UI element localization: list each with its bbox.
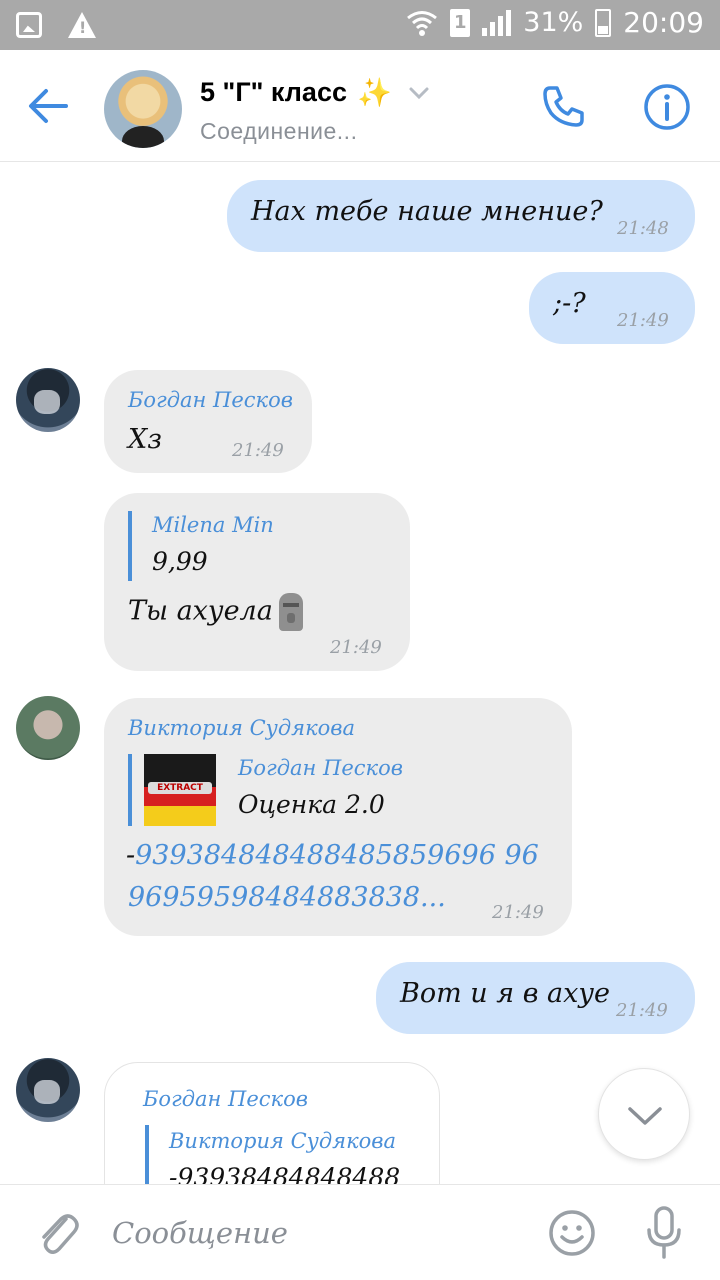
avatar[interactable]: [16, 368, 80, 432]
quote-author: Виктория Судякова: [169, 1129, 396, 1153]
chevron-down-icon: [628, 1107, 662, 1125]
status-bar: ! 1 31% 20:09: [0, 0, 720, 50]
message-text: ;-?: [553, 288, 586, 319]
clock: 20:09: [623, 6, 704, 39]
avatar[interactable]: [16, 1058, 80, 1122]
message-text-line1: -939384848488485859696 96: [126, 840, 539, 871]
quote-author: Milena Min: [152, 513, 274, 537]
quote-thumbnail: EXTRACT: [144, 754, 216, 826]
wifi-icon: [407, 10, 438, 36]
message-text: Нах тебе наше мнение?: [251, 196, 603, 227]
message-time: 21:49: [617, 310, 669, 331]
message-text: Ты ахуела: [128, 593, 303, 631]
sim-icon: 1: [450, 8, 471, 37]
warning-icon: !: [68, 12, 96, 38]
battery-icon: [595, 8, 612, 37]
message-composer: [0, 1184, 720, 1280]
message-bubble-outgoing[interactable]: Вот и я в ахуе 21:49: [376, 962, 695, 1034]
sender-name[interactable]: Виктория Судякова: [128, 716, 355, 740]
message-time: 21:49: [232, 440, 284, 461]
chat-avatar[interactable]: [104, 70, 182, 148]
sender-name[interactable]: Богдан Песков: [128, 388, 293, 412]
quote-text: 9,99: [152, 547, 208, 576]
battery-percent: 31%: [523, 7, 584, 38]
signal-icon: [482, 9, 512, 36]
message-time: 21:48: [617, 218, 669, 239]
number-link[interactable]: 939384848488485859696 96: [135, 840, 539, 871]
chat-status: Соединение...: [200, 118, 358, 144]
message-bubble-outgoing[interactable]: Нах тебе наше мнение? 21:48: [227, 180, 695, 252]
sparkles-emoji: ✨: [356, 77, 392, 108]
message-input[interactable]: [112, 1211, 522, 1255]
reply-quote[interactable]: Milena Min 9,99: [128, 511, 378, 581]
message-bubble-incoming[interactable]: Виктория Судякова EXTRACT Богдан Песков …: [104, 698, 572, 936]
attach-icon[interactable]: [34, 1209, 80, 1259]
quote-text: Оценка 2.0: [238, 790, 385, 819]
message-time: 21:49: [616, 1000, 668, 1021]
mic-icon[interactable]: [644, 1205, 684, 1261]
message-time: 21:49: [492, 902, 544, 923]
message-bubble-incoming[interactable]: Богдан Песков Хз 21:49: [104, 370, 312, 473]
phone-icon[interactable]: [540, 82, 588, 130]
scroll-down-button[interactable]: [598, 1068, 690, 1160]
message-text-content: Ты ахуела: [128, 595, 273, 627]
image-icon: [16, 12, 42, 38]
chat-title[interactable]: 5 "Г" класс ✨: [200, 76, 430, 109]
chat-header: 5 "Г" класс ✨ Соединение...: [0, 50, 720, 162]
emoji-icon[interactable]: [548, 1209, 596, 1257]
message-text-line2[interactable]: 96959598484883838...: [128, 882, 446, 913]
message-text: Хз: [128, 424, 162, 455]
avatar[interactable]: [16, 696, 80, 760]
message-text: Вот и я в ахуе: [400, 978, 610, 1009]
reply-quote[interactable]: EXTRACT Богдан Песков Оценка 2.0: [128, 754, 548, 826]
message-bubble-incoming[interactable]: Milena Min 9,99 Ты ахуела 21:49: [104, 493, 410, 671]
quote-author: Богдан Песков: [238, 756, 403, 780]
message-bubble-outgoing[interactable]: ;-? 21:49: [529, 272, 695, 344]
moai-emoji: [278, 593, 303, 631]
info-icon[interactable]: [643, 83, 691, 131]
message-prefix: -: [126, 840, 136, 871]
chat-title-text: 5 "Г" класс: [200, 77, 347, 107]
message-time: 21:49: [330, 637, 382, 658]
back-arrow-icon[interactable]: [26, 86, 70, 126]
sender-name[interactable]: Богдан Песков: [143, 1087, 308, 1111]
chevron-down-icon[interactable]: [408, 86, 430, 100]
